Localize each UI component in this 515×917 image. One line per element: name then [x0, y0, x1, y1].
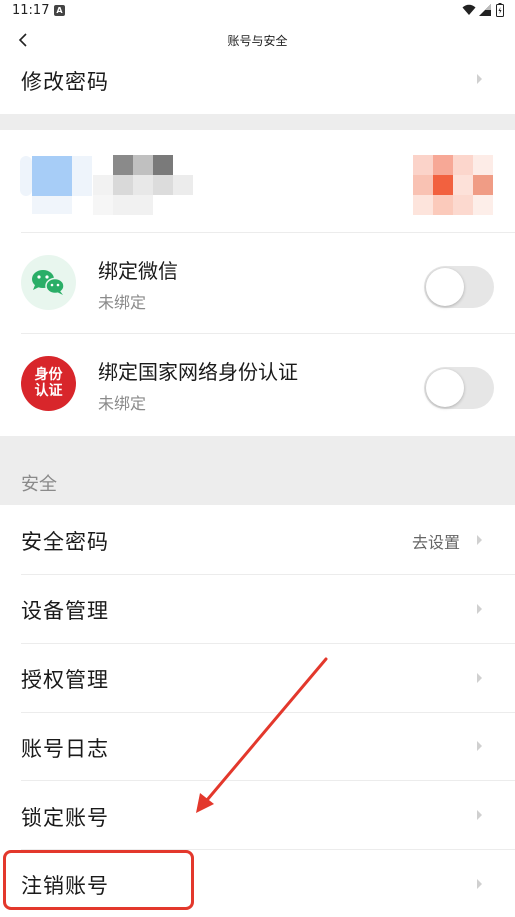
account-log-row[interactable]: 账号日志 — [0, 713, 515, 780]
chevron-right-icon — [477, 741, 482, 751]
nav-bar: 账号与安全 — [0, 24, 515, 58]
security-password-label: 安全密码 — [21, 530, 109, 554]
authorization-management-label: 授权管理 — [21, 668, 109, 692]
toggle-knob — [426, 369, 464, 407]
status-time: 11:17 — [12, 3, 50, 18]
chevron-right-icon — [477, 673, 482, 683]
security-section-title: 安全 — [21, 474, 57, 495]
page-title: 账号与安全 — [227, 34, 288, 48]
change-password-row[interactable]: 修改密码 — [0, 58, 515, 114]
chevron-right-icon — [477, 604, 482, 614]
bind-national-id-toggle[interactable] — [424, 367, 494, 409]
bind-wechat-status: 未绑定 — [98, 293, 147, 312]
account-log-label: 账号日志 — [21, 737, 109, 761]
account-profile-row[interactable] — [0, 130, 515, 232]
toggle-knob — [426, 268, 464, 306]
annotation-highlight-box — [3, 850, 194, 910]
chevron-right-icon — [477, 810, 482, 820]
bind-wechat-title: 绑定微信 — [98, 259, 178, 283]
device-management-label: 设备管理 — [21, 599, 109, 623]
bind-national-id-row[interactable]: 身份认证 绑定国家网络身份认证 未绑定 — [0, 334, 515, 436]
national-id-icon-text: 身份认证 — [34, 367, 63, 399]
status-bar: 11:17 A — [0, 0, 515, 24]
bind-wechat-toggle[interactable] — [424, 266, 494, 308]
chevron-right-icon — [477, 879, 482, 889]
security-section-header: 安全 — [0, 436, 515, 505]
bind-wechat-row[interactable]: 绑定微信 未绑定 — [0, 233, 515, 333]
device-management-row[interactable]: 设备管理 — [0, 575, 515, 643]
lock-account-row[interactable]: 锁定账号 — [0, 781, 515, 849]
security-password-value: 去设置 — [411, 533, 460, 552]
signal-icon — [479, 4, 491, 16]
bind-national-id-status: 未绑定 — [98, 394, 147, 413]
national-id-icon: 身份认证 — [21, 356, 76, 411]
wechat-icon — [21, 255, 76, 310]
battery-icon — [496, 3, 504, 17]
wifi-icon — [462, 4, 476, 15]
authorization-management-row[interactable]: 授权管理 — [0, 644, 515, 712]
change-password-label: 修改密码 — [21, 70, 109, 94]
bind-national-id-title: 绑定国家网络身份认证 — [98, 360, 298, 384]
lock-account-label: 锁定账号 — [21, 806, 109, 830]
chevron-right-icon — [477, 74, 482, 84]
chevron-right-icon — [477, 535, 482, 545]
security-password-row[interactable]: 安全密码 去设置 — [0, 505, 515, 574]
section-separator — [0, 114, 515, 130]
notification-a-icon: A — [54, 5, 65, 16]
